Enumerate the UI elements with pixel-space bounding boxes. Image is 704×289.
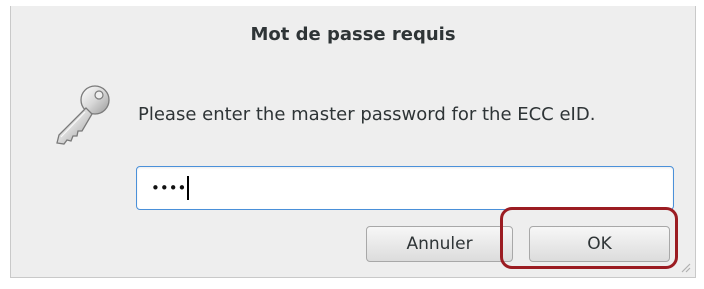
password-input[interactable]: •••• [136, 166, 674, 210]
dialog-message: Please enter the master password for the… [138, 104, 596, 125]
cancel-button[interactable]: Annuler [366, 226, 513, 262]
resize-grip-icon[interactable] [681, 263, 691, 273]
password-dialog: Mot de passe requis Please enter the mas… [10, 6, 696, 278]
text-caret [187, 176, 190, 200]
password-masked-value: •••• [151, 178, 187, 197]
ok-button[interactable]: OK [529, 226, 670, 262]
dialog-title: Mot de passe requis [250, 23, 456, 45]
key-icon [56, 85, 110, 145]
dialog-titlebar[interactable]: Mot de passe requis [11, 6, 695, 74]
